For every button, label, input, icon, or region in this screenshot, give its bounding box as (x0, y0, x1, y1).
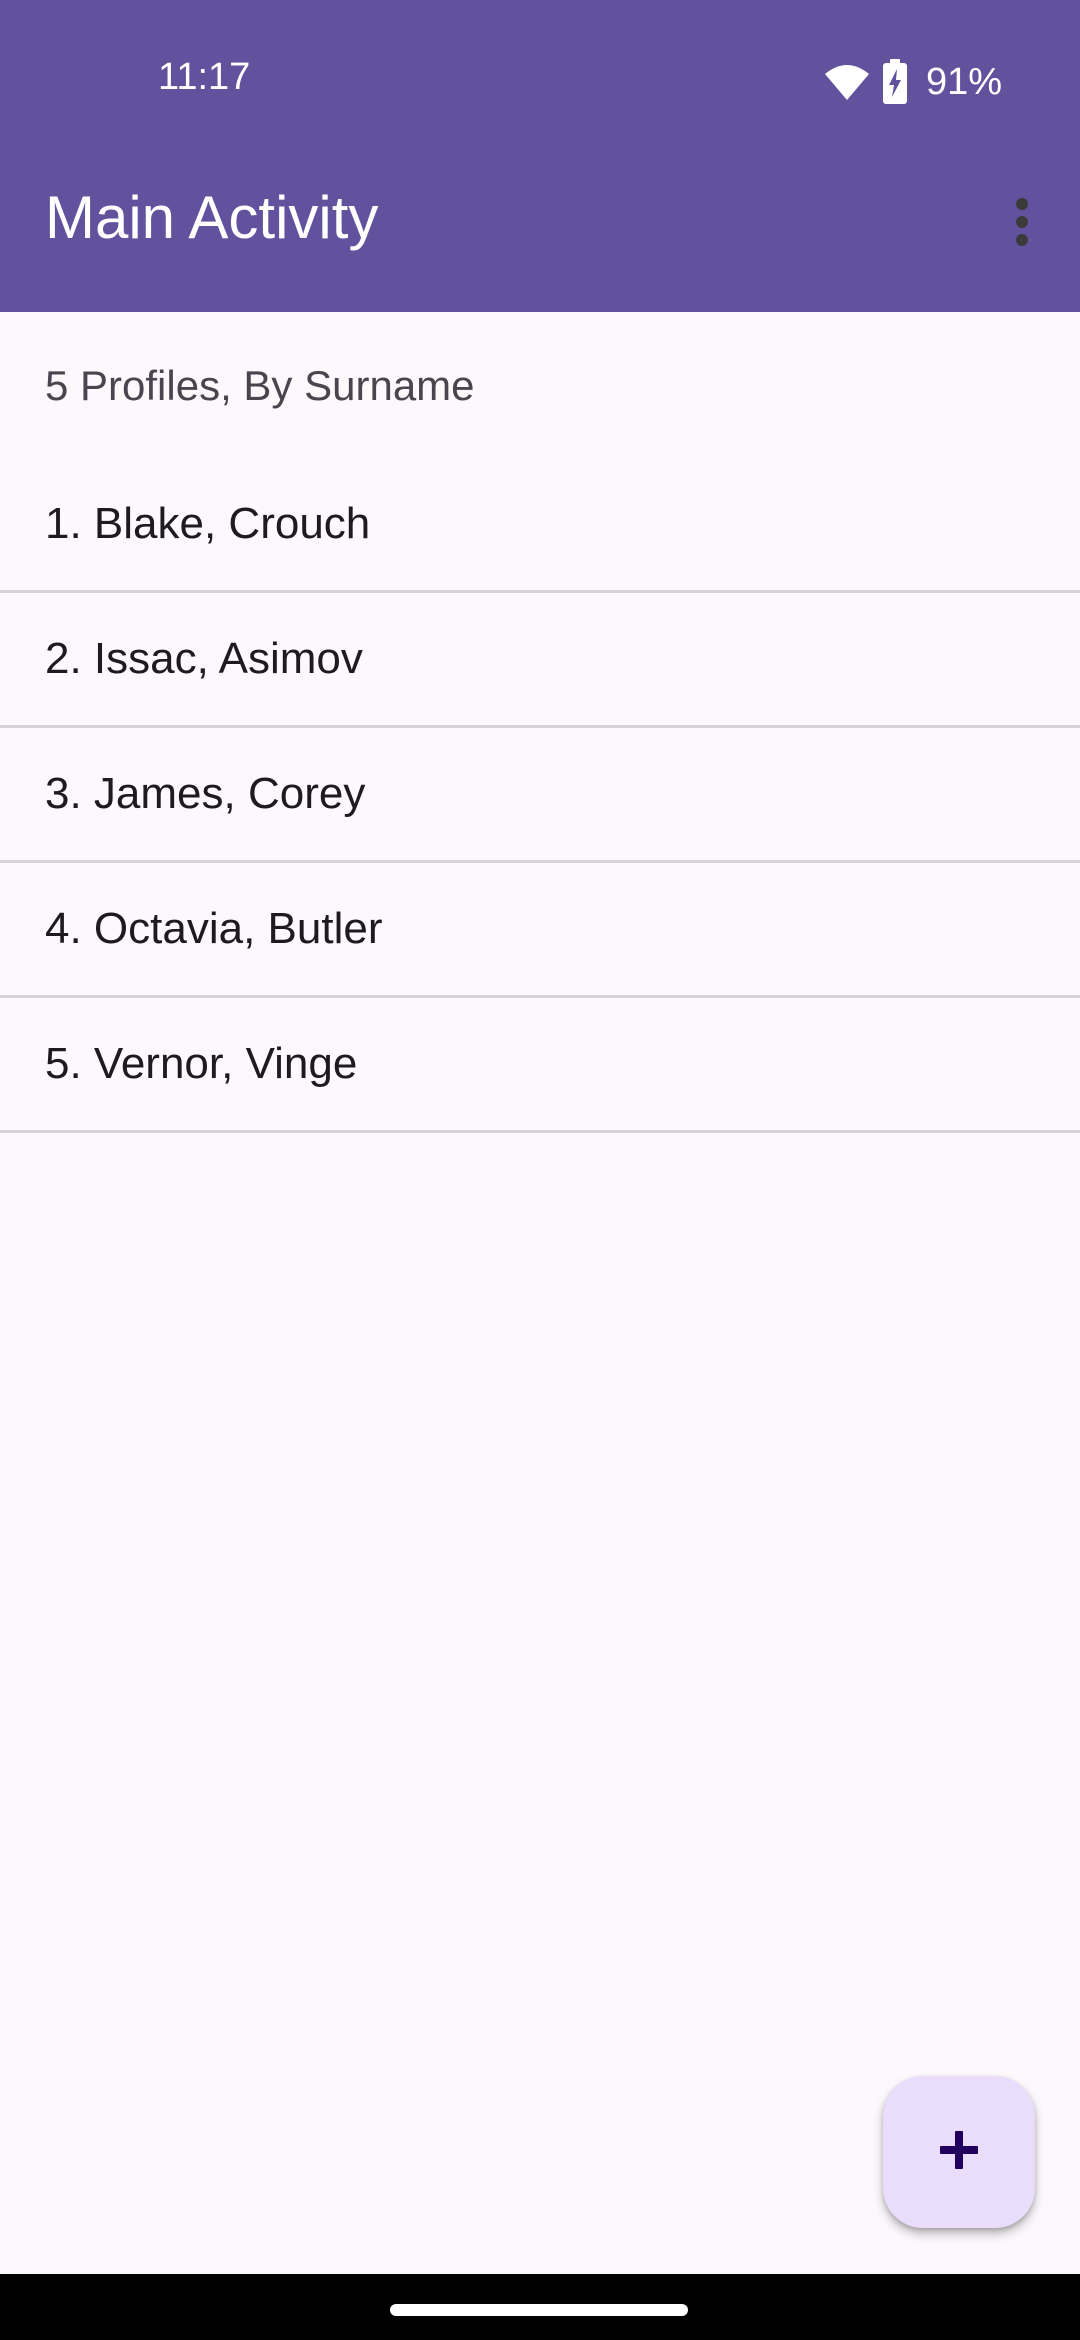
add-profile-button[interactable] (883, 2076, 1035, 2228)
list-item[interactable]: 2. Issac, Asimov (0, 593, 1080, 728)
battery-charging-icon (882, 59, 908, 105)
more-vert-icon (1014, 197, 1030, 252)
list-item-label: 4. Octavia, Butler (45, 904, 383, 953)
list-item[interactable]: 4. Octavia, Butler (0, 863, 1080, 998)
profile-list: 1. Blake, Crouch 2. Issac, Asimov 3. Jam… (0, 458, 1080, 1133)
page-title: Main Activity (45, 184, 379, 251)
wifi-icon (824, 62, 870, 102)
status-time: 11:17 (158, 56, 251, 98)
overflow-menu-button[interactable] (984, 186, 1060, 262)
list-item[interactable]: 1. Blake, Crouch (0, 458, 1080, 593)
list-item-label: 5. Vernor, Vinge (45, 1039, 358, 1088)
status-bar: 11:17 91% (0, 0, 1080, 160)
list-item[interactable]: 5. Vernor, Vinge (0, 998, 1080, 1133)
status-icons: 91% (824, 58, 1002, 106)
navigation-bar (0, 2274, 1080, 2340)
add-icon (939, 2130, 979, 2175)
list-item-label: 3. James, Corey (45, 769, 366, 818)
battery-percent: 91% (925, 60, 1002, 103)
list-item-label: 1. Blake, Crouch (45, 499, 371, 548)
screen: 11:17 91% Main Activity 5 Profiles, By S… (0, 0, 1080, 2340)
list-item-label: 2. Issac, Asimov (45, 634, 363, 683)
top-app-bar: 11:17 91% Main Activity (0, 0, 1080, 312)
list-header: 5 Profiles, By Surname (45, 362, 475, 409)
list-item[interactable]: 3. James, Corey (0, 728, 1080, 863)
home-gesture-handle[interactable] (390, 2304, 688, 2316)
